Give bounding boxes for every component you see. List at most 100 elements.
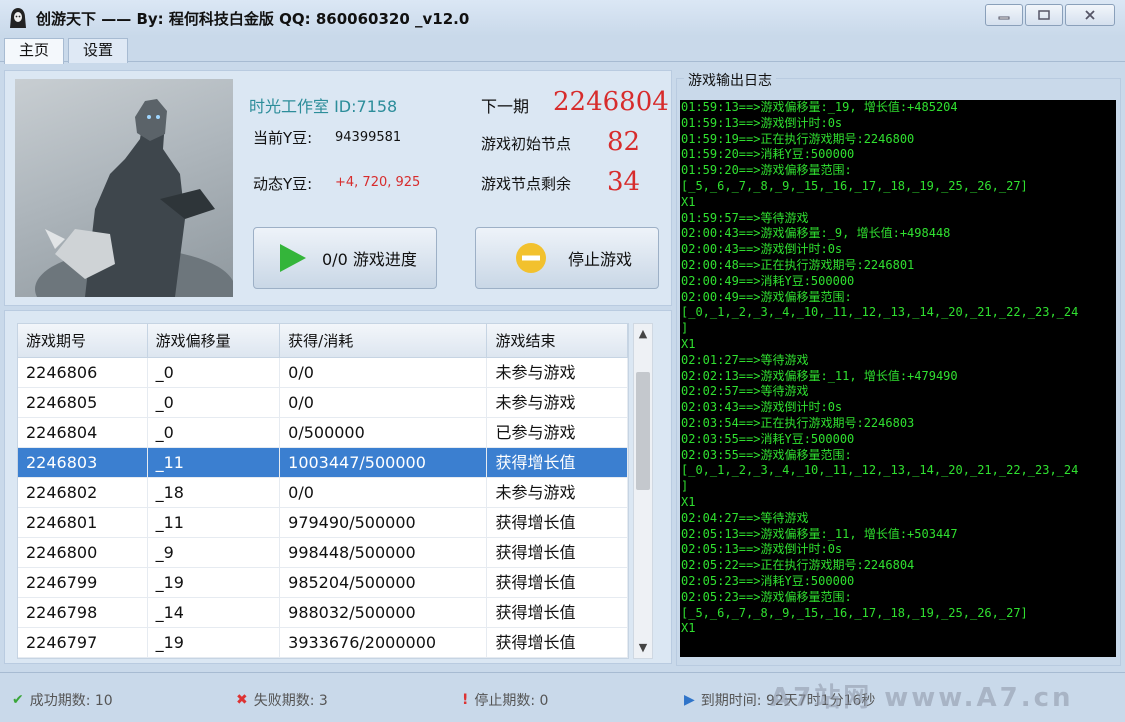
table-cell: 获得增长值 <box>487 448 628 477</box>
log-line: ] <box>681 321 689 336</box>
header-offset[interactable]: 游戏偏移量 <box>148 324 281 357</box>
table-cell: 2246797 <box>18 628 148 657</box>
log-line: [_0,_1,_2,_3,_4,_10,_11,_12,_13,_14,_20,… <box>681 463 1079 478</box>
table-cell: 获得增长值 <box>487 598 628 627</box>
table-row[interactable]: 2246798 _14 988032/500000 获得增长值 <box>18 598 628 628</box>
tab-home[interactable]: 主页 <box>4 38 65 64</box>
log-line: 02:05:13==>游戏偏移量:_11, 增长值:+503447 <box>681 526 958 541</box>
table-cell: 获得增长值 <box>487 538 628 567</box>
table-row[interactable]: 2246797 _19 3933676/2000000 获得增长值 <box>18 628 628 658</box>
maximize-button[interactable] <box>1025 4 1063 26</box>
header-gain-cost[interactable]: 获得/消耗 <box>280 324 488 357</box>
table-row[interactable]: 2246800 _9 998448/500000 获得增长值 <box>18 538 628 568</box>
log-line: 02:00:43==>游戏倒计时:0s <box>681 242 843 257</box>
log-line: 01:59:20==>游戏偏移量范围: <box>681 163 852 178</box>
table-row[interactable]: 2246799 _19 985204/500000 获得增长值 <box>18 568 628 598</box>
log-line: 01:59:57==>等待游戏 <box>681 210 809 225</box>
log-line: 02:00:48==>正在执行游戏期号:2246801 <box>681 257 915 272</box>
table-cell: 获得增长值 <box>487 568 628 597</box>
log-line: 02:03:54==>正在执行游戏期号:2246803 <box>681 415 915 430</box>
progress-button-label: 0/0 游戏进度 <box>322 250 417 269</box>
table-row[interactable]: 2246806 _0 0/0 未参与游戏 <box>18 358 628 388</box>
table-row[interactable]: 2246801 _11 979490/500000 获得增长值 <box>18 508 628 538</box>
table-cell: 0/0 <box>280 478 488 507</box>
scroll-up-icon[interactable]: ▲ <box>634 324 652 344</box>
table-cell: _14 <box>148 598 281 627</box>
table-cell: _0 <box>148 418 281 447</box>
log-line: 02:01:27==>等待游戏 <box>681 352 809 367</box>
game-history-table[interactable]: 游戏期号 游戏偏移量 获得/消耗 游戏结束 2246806 _0 0/0 未参与游戏 2… <box>17 323 629 659</box>
start-node-value: 82 <box>607 127 641 157</box>
table-cell: 未参与游戏 <box>487 358 628 387</box>
table-cell: 获得增长值 <box>487 628 628 657</box>
play-small-icon: ▶ <box>684 692 695 708</box>
progress-button[interactable]: 0/0 游戏进度 <box>253 227 437 289</box>
log-line: 02:05:23==>消耗Y豆:500000 <box>681 573 855 588</box>
status-fail-text: 失败期数: 3 <box>253 693 328 709</box>
table-body: 2246806 _0 0/0 未参与游戏 2246805 _0 0/0 未参与游戏 224680… <box>18 358 628 658</box>
table-cell: 0/500000 <box>280 418 488 447</box>
window-title: 创游天下 —— By: 程何科技白金版 QQ: 860060320 _v12.0 <box>36 10 470 28</box>
title-bar: 创游天下 —— By: 程何科技白金版 QQ: 860060320 _v12.0 <box>0 0 1125 36</box>
table-cell: 3933676/2000000 <box>280 628 488 657</box>
log-line: 02:00:49==>消耗Y豆:500000 <box>681 273 855 288</box>
dynamic-beans-value: +4, 720, 925 <box>335 175 421 190</box>
table-cell: _11 <box>148 508 281 537</box>
log-line: 01:59:19==>正在执行游戏期号:2246800 <box>681 131 915 146</box>
table-cell: 2246801 <box>18 508 148 537</box>
table-cell: _19 <box>148 628 281 657</box>
table-cell: _9 <box>148 538 281 567</box>
log-line: 02:03:55==>消耗Y豆:500000 <box>681 431 855 446</box>
game-log-console[interactable]: 01:59:13==>游戏偏移量:_19, 增长值:+485204 01:59:1… <box>680 100 1116 657</box>
table-cell: _11 <box>148 448 281 477</box>
table-cell: 2246805 <box>18 388 148 417</box>
minimize-icon <box>998 16 1010 20</box>
watermark: A7站网 www.A7.cn <box>770 683 1074 713</box>
table-cell: 0/0 <box>280 358 488 387</box>
window-controls <box>983 4 1115 26</box>
table-cell: 988032/500000 <box>280 598 488 627</box>
log-line: ] <box>681 479 689 494</box>
log-line: 02:03:43==>游戏倒计时:0s <box>681 400 843 415</box>
table-cell: _18 <box>148 478 281 507</box>
table-header: 游戏期号 游戏偏移量 获得/消耗 游戏结束 <box>18 324 628 358</box>
minimize-button[interactable] <box>985 4 1023 26</box>
dynamic-beans-label: 动态Y豆: <box>253 175 313 193</box>
scroll-down-icon[interactable]: ▼ <box>634 638 652 658</box>
stop-game-button-label: 停止游戏 <box>568 250 633 269</box>
table-panel: 游戏期号 游戏偏移量 获得/消耗 游戏结束 2246806 _0 0/0 未参与游戏 2… <box>4 310 672 664</box>
table-scrollbar[interactable]: ▲ ▼ <box>633 323 653 659</box>
log-line: [_5,_6,_7,_8,_9,_15,_16,_17,_18,_19,_25,… <box>681 605 1028 620</box>
log-line: 01:59:13==>游戏倒计时:0s <box>681 115 843 130</box>
table-row[interactable]: 2246802 _18 0/0 未参与游戏 <box>18 478 628 508</box>
log-line: 01:59:20==>消耗Y豆:500000 <box>681 147 855 162</box>
table-row[interactable]: 2246805 _0 0/0 未参与游戏 <box>18 388 628 418</box>
header-result[interactable]: 游戏结束 <box>487 324 628 357</box>
tab-settings[interactable]: 设置 <box>68 38 129 63</box>
close-button[interactable] <box>1065 4 1115 26</box>
table-cell: 获得增长值 <box>487 508 628 537</box>
table-cell: 0/0 <box>280 388 488 417</box>
check-icon: ✔ <box>12 692 24 708</box>
header-issue[interactable]: 游戏期号 <box>18 324 148 357</box>
table-cell: 2246803 <box>18 448 148 477</box>
log-line: X1 <box>681 621 696 636</box>
play-icon <box>280 244 306 272</box>
maximize-icon <box>1038 10 1050 20</box>
stop-icon <box>516 243 546 273</box>
scroll-thumb[interactable] <box>636 372 650 490</box>
exclamation-icon: ! <box>462 692 469 708</box>
stop-game-button[interactable]: 停止游戏 <box>475 227 659 289</box>
current-beans-value: 94399581 <box>335 130 402 145</box>
table-cell: 未参与游戏 <box>487 478 628 507</box>
remain-node-label: 游戏节点剩余 <box>481 175 572 193</box>
studio-label: 时光工作室 ID:7158 <box>249 97 398 116</box>
log-line: [_5,_6,_7,_8,_9,_15,_16,_17,_18,_19,_25,… <box>681 178 1028 193</box>
table-cell: 已参与游戏 <box>487 418 628 447</box>
avatar <box>15 79 233 297</box>
table-cell: 2246799 <box>18 568 148 597</box>
table-row[interactable]: 2246803 _11 1003447/500000 获得增长值 <box>18 448 628 478</box>
table-cell: 2246804 <box>18 418 148 447</box>
next-issue-label: 下一期 <box>481 97 530 116</box>
table-row[interactable]: 2246804 _0 0/500000 已参与游戏 <box>18 418 628 448</box>
